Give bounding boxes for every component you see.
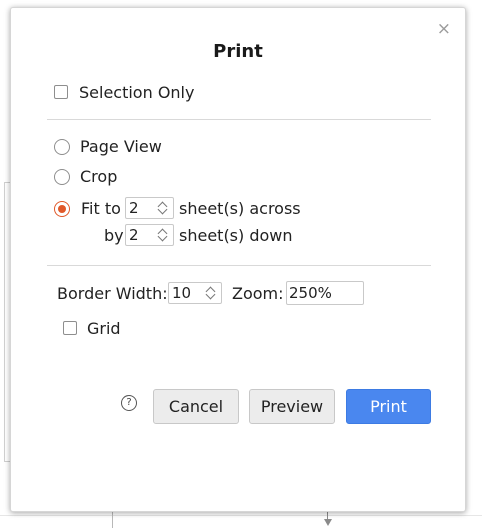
sheets-down-label: sheet(s) down xyxy=(179,226,293,245)
grid-checkbox[interactable] xyxy=(63,321,77,335)
crop-label[interactable]: Crop xyxy=(80,167,117,186)
background-canvas-edge xyxy=(112,512,113,528)
zoom-input[interactable]: 250% xyxy=(286,281,364,305)
background-arrow-icon xyxy=(324,519,332,526)
page-view-label[interactable]: Page View xyxy=(80,137,162,156)
stepper-arrows-icon[interactable] xyxy=(157,198,171,218)
crop-radio[interactable] xyxy=(54,169,70,185)
fit-down-stepper[interactable]: 2 xyxy=(125,224,174,246)
page-view-radio[interactable] xyxy=(54,139,70,155)
border-width-stepper[interactable]: 10 xyxy=(168,282,222,304)
print-button[interactable]: Print xyxy=(346,389,431,424)
dialog-title: Print xyxy=(213,41,263,62)
fit-to-radio[interactable] xyxy=(54,201,70,217)
sheets-across-label: sheet(s) across xyxy=(179,199,301,218)
close-icon[interactable]: × xyxy=(437,19,451,39)
background-canvas-line xyxy=(0,515,482,516)
by-label: by xyxy=(104,226,124,245)
grid-label[interactable]: Grid xyxy=(87,319,121,338)
fit-to-label[interactable]: Fit to xyxy=(81,199,121,218)
stepper-arrows-icon[interactable] xyxy=(157,225,171,245)
help-icon[interactable]: ? xyxy=(121,395,137,411)
border-width-label: Border Width: xyxy=(57,284,168,303)
preview-button[interactable]: Preview xyxy=(249,389,335,424)
cancel-button[interactable]: Cancel xyxy=(153,389,239,424)
stepper-arrows-icon[interactable] xyxy=(205,283,219,303)
selection-only-label[interactable]: Selection Only xyxy=(79,83,194,102)
fit-across-stepper[interactable]: 2 xyxy=(125,197,174,219)
selection-only-checkbox[interactable] xyxy=(54,85,68,99)
border-width-value[interactable]: 10 xyxy=(172,284,191,302)
divider-middle xyxy=(47,265,431,266)
fit-down-value[interactable]: 2 xyxy=(129,226,139,244)
print-dialog: × Print Selection Only Page View Crop Fi… xyxy=(10,7,466,512)
divider-top xyxy=(47,119,431,120)
zoom-label: Zoom: xyxy=(232,284,284,303)
fit-across-value[interactable]: 2 xyxy=(129,199,139,217)
